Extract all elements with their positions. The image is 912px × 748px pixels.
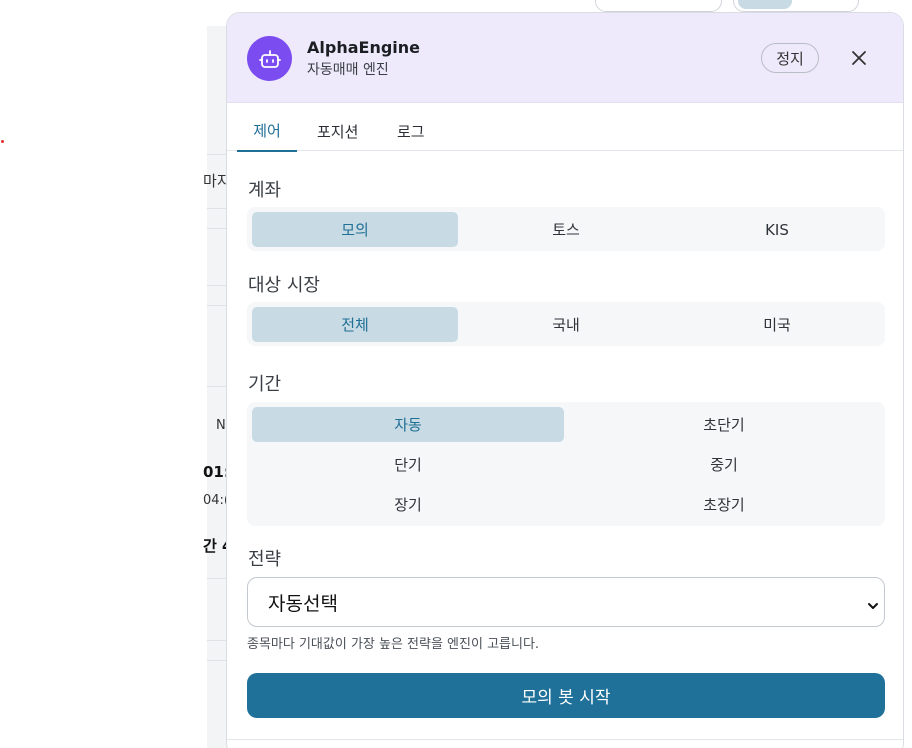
account-label: 계좌 [248,180,282,201]
background-toggle-button[interactable] [733,0,859,12]
market-option-us[interactable]: 미국 [674,307,880,342]
strategy-hint: 종목마다 기대값이 가장 높은 전략을 엔진이 고릅니다. [247,637,540,652]
period-option-ultra-short[interactable]: 초단기 [568,407,880,442]
tab-control[interactable]: 제어 [237,120,297,152]
market-selector: 전체 국내 미국 [247,302,885,346]
account-option-toss[interactable]: 토스 [463,212,669,247]
period-selector: 자동 초단기 단기 중기 장기 초장기 [247,402,885,526]
background-text: 간 4 [203,537,227,555]
period-option-long[interactable]: 장기 [252,487,564,522]
engine-panel: AlphaEngine 자동매매 엔진 정지 제어 포지션 로그 계좌 모의 토… [226,12,904,748]
market-option-all[interactable]: 전체 [252,307,458,342]
start-bot-button[interactable]: 모의 봇 시작 [247,673,885,718]
chevron-down-icon [866,596,880,618]
period-label: 기간 [248,374,282,395]
market-label: 대상 시장 [248,275,320,296]
background-text: 마지 [203,172,227,190]
market-option-domestic[interactable]: 국내 [463,307,669,342]
background-text: 04:( [203,493,227,508]
stop-button[interactable]: 정지 [761,43,819,73]
strategy-select-value: 자동선택 [268,592,338,615]
tab-logs[interactable]: 로그 [397,121,425,150]
background-top-button[interactable] [595,0,722,12]
account-option-mock[interactable]: 모의 [252,212,458,247]
account-option-kis[interactable]: KIS [674,212,880,247]
strategy-label: 전략 [248,549,282,570]
bottom-divider [227,739,903,740]
account-selector: 모의 토스 KIS [247,207,885,251]
panel-header: AlphaEngine 자동매매 엔진 정지 [227,13,903,103]
period-option-mid[interactable]: 중기 [568,447,880,482]
robot-icon [247,36,292,81]
app-subtitle: 자동매매 엔진 [307,62,389,78]
close-icon[interactable] [847,46,871,70]
strategy-select[interactable]: 자동선택 [247,577,885,627]
tab-positions[interactable]: 포지션 [317,121,358,150]
app-title: AlphaEngine [307,38,421,57]
tab-bar: 제어 포지션 로그 [227,103,903,152]
period-option-ultra-long[interactable]: 초장기 [568,487,880,522]
red-dot-marker [1,140,4,143]
background-text: 01: [203,463,227,481]
title-block: AlphaEngine 자동매매 엔진 [307,38,420,79]
period-option-short[interactable]: 단기 [252,447,564,482]
period-option-auto[interactable]: 자동 [252,407,564,442]
